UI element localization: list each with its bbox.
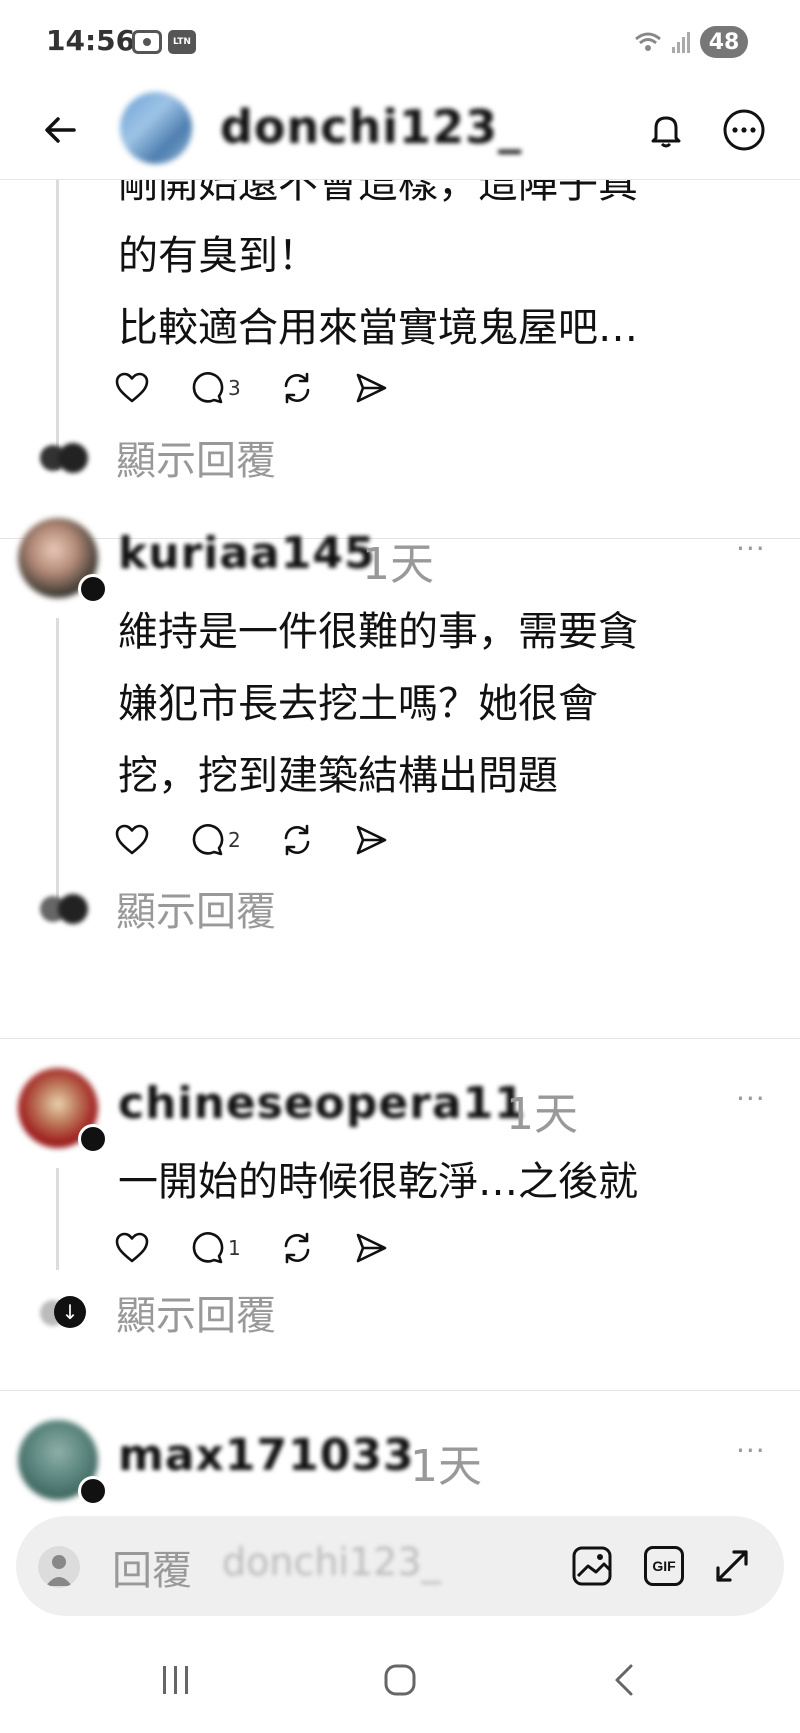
like-button[interactable] bbox=[114, 1224, 150, 1272]
reply-composer[interactable]: 回覆 donchi123_ GIF bbox=[16, 1516, 784, 1616]
follow-badge[interactable] bbox=[78, 1124, 108, 1154]
repost-icon bbox=[284, 372, 310, 404]
timestamp: 1天 bbox=[362, 539, 434, 590]
reply-button[interactable]: 1 bbox=[188, 1224, 241, 1272]
post-actions: 1 bbox=[114, 1224, 427, 1272]
user-avatar bbox=[38, 1546, 80, 1588]
arrow-down-icon: ↓ bbox=[54, 1296, 86, 1328]
timestamp: 1天 bbox=[410, 1441, 482, 1492]
reply-count: 1 bbox=[228, 1236, 241, 1260]
repost-button[interactable] bbox=[279, 364, 315, 412]
arrow-left-icon bbox=[45, 117, 76, 143]
reply-count: 2 bbox=[228, 828, 241, 852]
reply-target-user: donchi123_ bbox=[222, 1540, 441, 1584]
header-username[interactable]: donchi123_ bbox=[220, 100, 522, 154]
show-replies[interactable]: ↓ 顯示回覆 bbox=[36, 1284, 276, 1340]
more-circle-icon bbox=[723, 109, 765, 151]
expand-icon bbox=[716, 1550, 748, 1582]
system-nav-bar bbox=[0, 1630, 800, 1733]
gif-button[interactable]: GIF bbox=[640, 1542, 688, 1590]
comment-icon bbox=[192, 372, 224, 404]
thread-feed[interactable]: 剛開始還不會這樣，這陣子真 的有臭到！ 比較適合用來當實境鬼屋吧… 3 顯示回覆… bbox=[0, 180, 800, 1520]
repost-button[interactable] bbox=[279, 816, 315, 864]
reply-count: 3 bbox=[228, 376, 241, 400]
comment-text: 剛開始還不會這樣，這陣子真 的有臭到！ 比較適合用來當實境鬼屋吧… bbox=[118, 180, 638, 351]
comment-text: 一開始的時候很乾淨…之後就 bbox=[118, 1159, 638, 1205]
notification-button[interactable] bbox=[640, 104, 692, 156]
reply-button[interactable]: 3 bbox=[188, 364, 241, 412]
share-button[interactable] bbox=[353, 1224, 389, 1272]
follow-badge[interactable] bbox=[78, 1476, 108, 1506]
like-button[interactable] bbox=[114, 364, 150, 412]
reply-avatars bbox=[36, 888, 96, 928]
bell-icon bbox=[651, 116, 681, 148]
divider bbox=[0, 1390, 800, 1391]
send-icon bbox=[356, 373, 387, 403]
comment-text: 維持是一件很難的事，需要貪 嫌犯市長去挖土嗎？她很會 挖，挖到建築結構出問題 bbox=[118, 609, 638, 799]
back-nav-button[interactable] bbox=[594, 1650, 654, 1710]
more-options-button[interactable] bbox=[718, 104, 770, 156]
person-icon bbox=[46, 1555, 72, 1586]
thread-header: donchi123_ bbox=[0, 88, 800, 180]
signal-icon bbox=[670, 28, 694, 56]
carrier-badge: LTN bbox=[168, 30, 196, 54]
show-replies[interactable]: 顯示回覆 bbox=[36, 880, 276, 936]
repost-icon bbox=[284, 1232, 310, 1264]
thread-line bbox=[56, 180, 59, 470]
screen-record-icon bbox=[132, 30, 162, 54]
username[interactable]: max171033 bbox=[118, 1430, 415, 1481]
thread-line bbox=[56, 1168, 59, 1270]
wifi-icon bbox=[632, 28, 664, 56]
reply-button[interactable]: 2 bbox=[188, 816, 241, 864]
thread-line bbox=[56, 618, 59, 918]
more-button[interactable]: ··· bbox=[736, 1434, 766, 1467]
heart-icon bbox=[115, 372, 149, 403]
repost-button[interactable] bbox=[279, 1224, 315, 1272]
timestamp: 1天 bbox=[506, 1089, 578, 1140]
heart-icon bbox=[115, 1232, 149, 1263]
divider bbox=[0, 1038, 800, 1039]
reply-avatars bbox=[36, 437, 96, 477]
post-actions: 2 bbox=[114, 816, 427, 864]
comment-icon bbox=[192, 824, 224, 856]
home-button[interactable] bbox=[370, 1650, 430, 1710]
image-button[interactable] bbox=[568, 1542, 616, 1590]
recent-apps-button[interactable] bbox=[146, 1650, 206, 1710]
more-button[interactable]: ··· bbox=[736, 532, 766, 565]
post-actions: 3 bbox=[114, 364, 427, 412]
like-button[interactable] bbox=[114, 816, 150, 864]
home-icon bbox=[384, 1664, 416, 1696]
username[interactable]: chineseopera11 bbox=[118, 1078, 526, 1129]
send-icon bbox=[356, 1233, 387, 1263]
image-icon bbox=[572, 1546, 612, 1586]
reply-placeholder[interactable]: 回覆 bbox=[112, 1538, 192, 1596]
expand-button[interactable] bbox=[708, 1542, 756, 1590]
more-button[interactable]: ··· bbox=[736, 1082, 766, 1115]
reply-avatars: ↓ bbox=[36, 1292, 96, 1332]
username[interactable]: kuriaa145 bbox=[118, 528, 376, 579]
share-button[interactable] bbox=[353, 816, 389, 864]
comment-icon bbox=[192, 1232, 224, 1264]
show-replies[interactable]: 顯示回覆 bbox=[36, 429, 276, 485]
header-avatar[interactable] bbox=[120, 92, 192, 164]
back-button[interactable] bbox=[36, 106, 84, 154]
status-bar: 14:56 LTN 48 bbox=[0, 0, 800, 88]
chevron-left-icon bbox=[615, 1664, 633, 1696]
share-button[interactable] bbox=[353, 364, 389, 412]
send-icon bbox=[356, 825, 387, 855]
battery-indicator: 48 bbox=[700, 26, 748, 58]
heart-icon bbox=[115, 824, 149, 855]
status-time: 14:56 bbox=[46, 24, 136, 57]
recent-apps-icon bbox=[163, 1666, 188, 1694]
follow-badge[interactable] bbox=[78, 574, 108, 604]
gif-icon: GIF bbox=[644, 1546, 684, 1586]
repost-icon bbox=[284, 824, 310, 856]
